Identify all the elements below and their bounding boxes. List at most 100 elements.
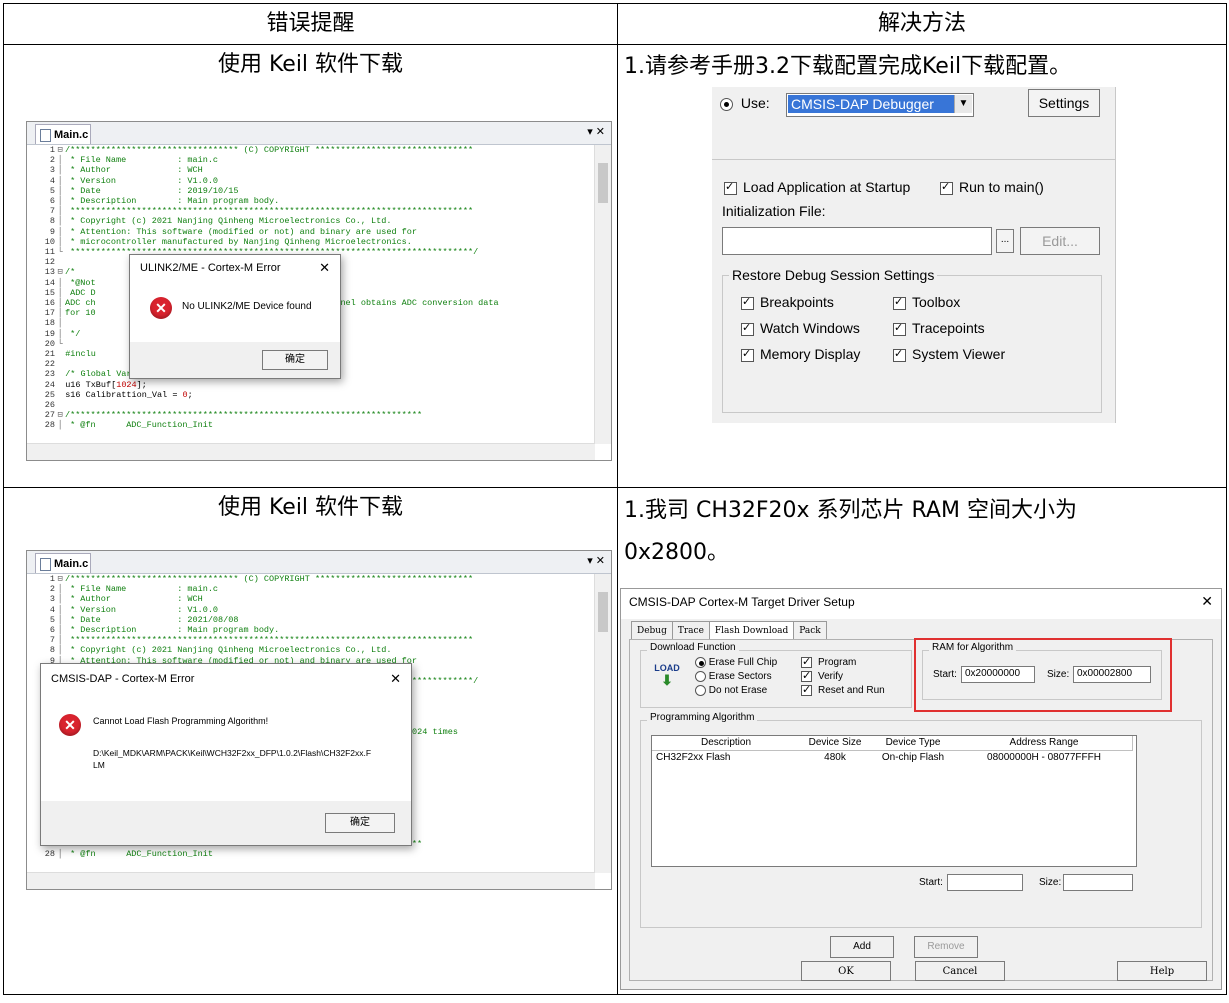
code-line: ;	[187, 389, 193, 400]
size-label: Size:	[1047, 669, 1070, 680]
code-editor: Main.c ▾ ✕ 1 ⊟/**************************…	[26, 121, 612, 461]
vertical-scrollbar[interactable]	[594, 145, 611, 444]
radio-label: Erase Sectors	[708, 671, 772, 683]
checkbox[interactable]	[893, 321, 906, 336]
checkbox[interactable]	[893, 295, 906, 310]
close-icon[interactable]: ✕	[319, 255, 330, 281]
run-to-main-checkbox[interactable]: Run to main()	[940, 179, 1044, 195]
init-file-input[interactable]	[722, 227, 992, 255]
dialog-message: Cannot Load Flash Programming Algorithm!	[93, 716, 269, 726]
row1-solution-cell: 1.请参考手册3.2下载配置完成Keil下载配置。 Use: CMSIS-DAP…	[617, 44, 1227, 488]
radio[interactable]	[695, 685, 706, 696]
debugger-select[interactable]: CMSIS-DAP Debugger ▼	[786, 93, 974, 117]
code-line: * Date :	[65, 614, 188, 625]
checkbox[interactable]	[741, 347, 754, 362]
radio[interactable]	[695, 671, 706, 682]
ok-button[interactable]: 确定	[325, 813, 395, 833]
tab-trace[interactable]: Trace	[671, 621, 710, 640]
add-button[interactable]: Add	[830, 936, 894, 958]
code-line: *@Not	[65, 277, 96, 288]
tab-pack[interactable]: Pack	[793, 621, 827, 640]
erase-sectors-radio[interactable]: Erase Sectors	[695, 671, 772, 682]
tracepoints-checkbox[interactable]: Tracepoints	[893, 320, 985, 336]
dialog-message: No ULINK2/ME Device found	[182, 301, 312, 312]
editor-tab-main[interactable]: Main.c	[35, 553, 91, 573]
row2-error-cell: 使用 Keil 软件下载 Main.c ▾ ✕ 1 ⊟/*************…	[3, 487, 618, 995]
checkbox[interactable]	[893, 347, 906, 362]
algo-start-input[interactable]	[947, 874, 1023, 891]
tracepoints-label: Tracepoints	[912, 320, 985, 336]
edit-button[interactable]: Edit...	[1020, 227, 1100, 255]
help-button[interactable]: Help	[1117, 961, 1207, 981]
system-viewer-checkbox[interactable]: System Viewer	[893, 346, 1005, 362]
ram-start-input[interactable]: 0x20000000	[961, 666, 1035, 683]
do-not-erase-radio[interactable]: Do not Erase	[695, 685, 767, 696]
ulink-error-dialog: ULINK2/ME - Cortex-M Error ✕ ✕ No ULINK2/…	[129, 254, 341, 379]
verify-checkbox[interactable]: Verify	[801, 669, 843, 682]
radio[interactable]	[695, 657, 706, 668]
row2-text-line1: 1.我司 CH32F20x 系列芯片 RAM 空间大小为	[624, 498, 1077, 523]
erase-full-chip-radio[interactable]: Erase Full Chip	[695, 657, 777, 668]
checkbox[interactable]	[741, 295, 754, 310]
remove-button[interactable]: Remove	[914, 936, 978, 958]
init-file-label: Initialization File:	[722, 203, 826, 219]
table-row[interactable]: CH32F2xx Flash 480k On-chip Flash 080000…	[652, 752, 1136, 766]
editor-tab-main[interactable]: Main.c	[35, 124, 91, 144]
close-icon[interactable]: ✕	[390, 664, 401, 694]
checkbox[interactable]	[724, 180, 737, 195]
memory-display-checkbox[interactable]: Memory Display	[741, 346, 860, 362]
checkbox-label: Reset and Run	[818, 685, 885, 697]
chevron-down-icon[interactable]: ▼	[954, 95, 972, 113]
tab-controls[interactable]: ▾ ✕	[587, 125, 605, 138]
column-header-address-range[interactable]: Address Range	[956, 736, 1133, 751]
ok-button[interactable]: 确定	[262, 350, 328, 370]
code-line: * Attention: This software (modified or …	[65, 226, 417, 237]
tab-controls[interactable]: ▾ ✕	[587, 554, 605, 567]
watch-windows-label: Watch Windows	[760, 320, 860, 336]
cmsis-dap-error-dialog: CMSIS-DAP - Cortex-M Error ✕ ✕ Cannot Loa…	[40, 663, 412, 846]
cancel-button[interactable]: Cancel	[915, 961, 1005, 981]
horizontal-scrollbar[interactable]	[27, 443, 595, 460]
use-row: Use:	[720, 95, 770, 111]
window-body: Debug Trace Flash Download Pack Download Fu…	[621, 619, 1221, 989]
column-header-description[interactable]: Description	[652, 736, 801, 751]
code-line: ****************************************…	[65, 206, 474, 217]
error-icon: ✕	[59, 714, 81, 736]
system-viewer-label: System Viewer	[912, 346, 1006, 362]
load-app-checkbox[interactable]: Load Application at Startup	[724, 179, 910, 195]
browse-button[interactable]: ...	[996, 229, 1014, 253]
reset-and-run-checkbox[interactable]: Reset and Run	[801, 683, 885, 697]
ram-size-input[interactable]: 0x00002800	[1073, 666, 1151, 683]
ok-button[interactable]: OK	[801, 961, 891, 981]
window-title: CMSIS-DAP Cortex-M Target Driver Setup	[629, 595, 855, 609]
use-radio[interactable]	[720, 97, 733, 111]
tab-debug[interactable]: Debug	[631, 621, 673, 640]
vertical-scrollbar[interactable]	[594, 574, 611, 873]
load-app-label: Load Application at Startup	[743, 179, 911, 195]
radio-label: Erase Full Chip	[708, 657, 778, 669]
checkbox[interactable]	[801, 683, 812, 696]
tab-label: Main.c	[54, 129, 89, 141]
checkbox[interactable]	[801, 655, 812, 668]
code-line: for 10	[65, 308, 96, 319]
algorithm-list[interactable]: Description Device Size Device Type Addr…	[651, 735, 1137, 867]
horizontal-scrollbar[interactable]	[27, 872, 595, 889]
checkbox[interactable]	[741, 321, 754, 336]
checkbox[interactable]	[940, 180, 953, 195]
checkbox[interactable]	[801, 669, 812, 682]
settings-button[interactable]: Settings	[1028, 89, 1100, 117]
program-checkbox[interactable]: Program	[801, 655, 856, 668]
scroll-thumb[interactable]	[598, 592, 608, 632]
row2-title: 使用 Keil 软件下载	[217, 495, 404, 520]
toolbox-checkbox[interactable]: Toolbox	[893, 294, 960, 310]
code-line: u16 TxBuf[	[65, 379, 117, 390]
code-line: ****************************************…	[65, 635, 474, 646]
close-icon[interactable]: ✕	[1201, 593, 1213, 610]
column-header-device-size[interactable]: Device Size	[800, 736, 871, 751]
watch-windows-checkbox[interactable]: Watch Windows	[741, 320, 860, 336]
breakpoints-checkbox[interactable]: Breakpoints	[741, 294, 834, 310]
scroll-thumb[interactable]	[598, 163, 608, 203]
algo-size-input[interactable]	[1063, 874, 1133, 891]
use-label: Use:	[740, 95, 770, 111]
column-header-device-type[interactable]: Device Type	[870, 736, 957, 751]
